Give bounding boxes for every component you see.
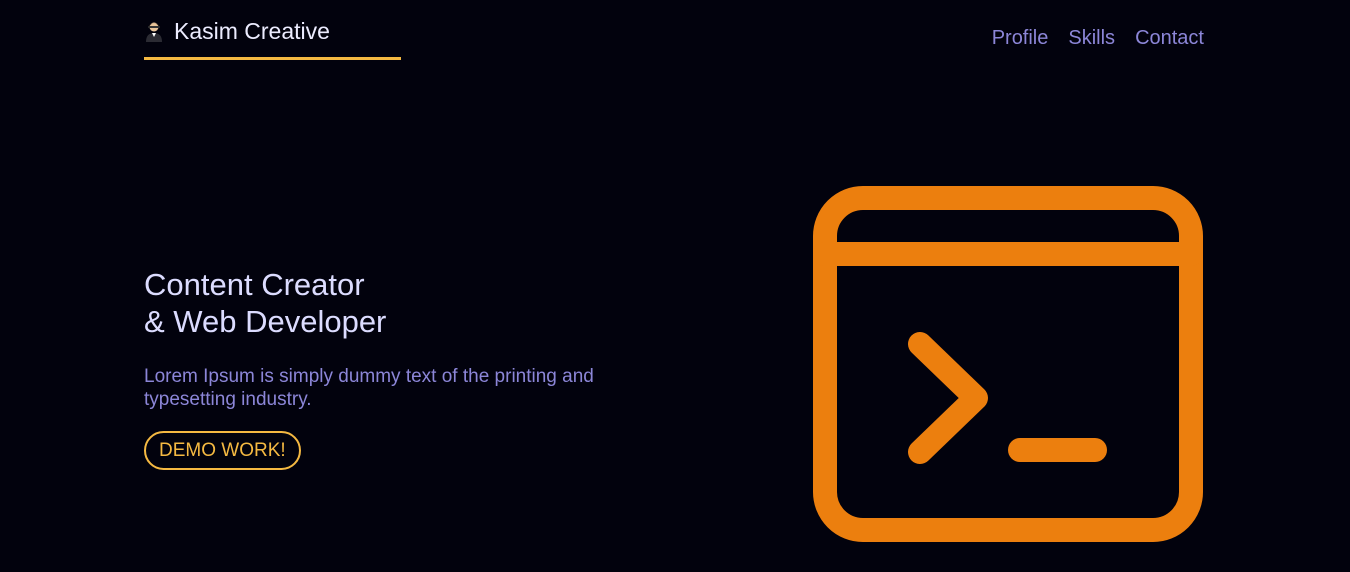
main-nav: Profile Skills Contact bbox=[992, 26, 1204, 50]
nav-link-profile[interactable]: Profile bbox=[992, 26, 1049, 50]
brand-logo[interactable]: Kasim Creative bbox=[144, 16, 401, 60]
developer-avatar-icon bbox=[146, 22, 162, 42]
hero-description: Lorem Ipsum is simply dummy text of the … bbox=[144, 366, 594, 410]
hero-title: Content Creator & Web Developer bbox=[144, 266, 386, 340]
page: Kasim Creative Profile Skills Contact Co… bbox=[0, 0, 1350, 572]
terminal-window-icon bbox=[813, 186, 1203, 542]
hero-title-line-1: Content Creator bbox=[144, 267, 365, 302]
nav-link-contact[interactable]: Contact bbox=[1135, 26, 1204, 50]
demo-work-button[interactable]: DEMO WORK! bbox=[144, 431, 301, 470]
nav-link-skills[interactable]: Skills bbox=[1068, 26, 1115, 50]
hero-title-line-2: & Web Developer bbox=[144, 304, 387, 339]
brand-name: Kasim Creative bbox=[174, 18, 330, 44]
